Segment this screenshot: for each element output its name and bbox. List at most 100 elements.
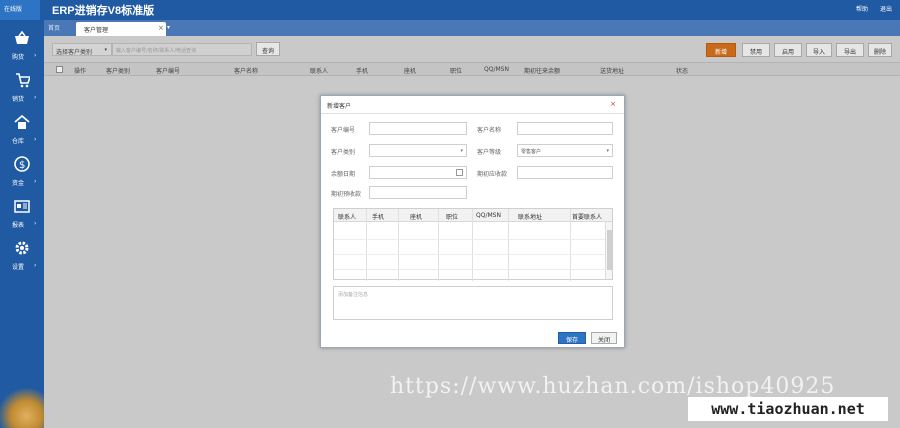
add-button[interactable]: 新增 (706, 43, 736, 57)
sidebar-item-label: 仓库 (12, 138, 25, 145)
chevron-right-icon: › (34, 94, 37, 101)
caret-down-icon: ▾ (104, 47, 107, 53)
divider (321, 113, 624, 114)
sidebar-item-sales[interactable]: 销货 › (0, 68, 44, 108)
opening-receivable-label: 期初应收款 (477, 171, 508, 178)
sidebar-item-label: 购货 (12, 54, 25, 61)
sidebar-item-label: 设置 (12, 264, 25, 271)
chevron-down-icon[interactable]: ▾ (167, 24, 170, 31)
disable-button[interactable]: 禁用 (742, 43, 770, 57)
col-header-mobile[interactable]: 手机 (356, 66, 368, 75)
customer-table-header: 操作 客户类别 客户编号 客户名称 联系人 手机 座机 职位 QQ/MSN 期初… (44, 62, 900, 76)
grid-header-address: 联系地址 (518, 214, 543, 221)
customer-no-label: 客户编号 (331, 127, 356, 134)
report-icon (14, 200, 30, 213)
enable-button[interactable]: 启用 (774, 43, 802, 57)
help-link[interactable]: 帮助 (856, 6, 868, 13)
calendar-icon[interactable] (456, 169, 463, 176)
contacts-grid: 联系人 手机 座机 职位 QQ/MSN 联系地址 首要联系人 (333, 208, 613, 281)
sidebar-item-purchase[interactable]: 购货 › (0, 26, 44, 66)
basket-icon (15, 30, 29, 44)
opening-receivable-field[interactable] (517, 166, 613, 179)
grid-divider (398, 209, 399, 281)
close-icon[interactable]: × (610, 100, 616, 108)
chevron-right-icon: › (34, 220, 37, 227)
customer-category-select[interactable]: ▾ (369, 144, 467, 157)
grid-divider (366, 209, 367, 281)
balance-date-label: 余额日期 (331, 171, 356, 178)
import-button[interactable]: 导入 (806, 43, 832, 57)
sidebar-item-label: 销货 (12, 96, 25, 103)
watermark-url: https://www.huzhan.com/ishop40925 (390, 374, 836, 399)
grid-divider (472, 209, 473, 281)
col-header-customer-name[interactable]: 客户名称 (234, 66, 258, 75)
sidebar-item-label: 资金 (12, 180, 25, 187)
remark-textarea[interactable]: 添加备注信息 (333, 286, 613, 320)
sidebar-item-label: 报表 (12, 222, 25, 229)
col-header-status[interactable]: 状态 (676, 66, 688, 75)
save-button[interactable]: 保存 (558, 332, 586, 344)
grid-header-qq: QQ/MSN (476, 212, 501, 219)
grid-divider (570, 209, 571, 281)
grid-divider (508, 209, 509, 281)
online-badge-label: 在线版 (4, 6, 23, 13)
sidebar-item-settings[interactable]: 设置 › (0, 236, 44, 276)
grid-header-primary-contact: 首要联系人 (572, 214, 603, 221)
caret-down-icon: ▾ (606, 148, 609, 154)
select-all-checkbox[interactable] (56, 66, 63, 73)
sidebar-item-reports[interactable]: 报表 › (0, 194, 44, 234)
balance-date-field[interactable] (369, 166, 467, 179)
logout-link[interactable]: 退出 (880, 6, 892, 13)
close-button[interactable]: 关闭 (591, 332, 617, 344)
opening-prepaid-field[interactable] (369, 186, 467, 199)
col-header-contact[interactable]: 联系人 (310, 66, 328, 75)
chevron-right-icon: › (34, 178, 37, 185)
toolbar: 选择客户类别 ▾ 输入客户编号/名称/联系人/电话查询 查询 新增 禁用 启用 … (44, 36, 900, 62)
sidebar-item-funds[interactable]: $ 资金 › (0, 152, 44, 192)
tab-customer-management[interactable]: 客户管理 × (76, 22, 166, 36)
chevron-right-icon: › (34, 136, 37, 143)
select-value: 选择客户类别 (56, 49, 93, 56)
col-header-position[interactable]: 职位 (450, 66, 462, 75)
app-title: ERP进销存V8标准版 (52, 5, 155, 17)
customer-name-label: 客户名称 (477, 127, 502, 134)
online-badge: 在线版 (0, 0, 40, 20)
customer-no-field[interactable] (369, 122, 467, 135)
cart-icon (16, 73, 30, 88)
col-header-opening-balance[interactable]: 期初往来余额 (524, 66, 560, 75)
col-header-qq[interactable]: QQ/MSN (484, 66, 509, 73)
grid-scrollbar[interactable] (605, 222, 612, 279)
tab-home[interactable]: 首页 (48, 23, 60, 32)
top-links: 帮助 退出 (846, 4, 892, 13)
grid-row[interactable] (334, 269, 606, 270)
chevron-right-icon: › (34, 52, 37, 59)
sidebar: 购货 › 销货 › 仓库 › $ 资金 › 报表 › 设置 › (0, 20, 44, 428)
search-input[interactable]: 输入客户编号/名称/联系人/电话查询 (112, 43, 252, 56)
customer-name-field[interactable] (517, 122, 613, 135)
close-icon[interactable]: × (158, 24, 164, 32)
export-button[interactable]: 导出 (836, 43, 864, 57)
customer-level-label: 客户等级 (477, 149, 502, 156)
grid-row[interactable] (334, 239, 606, 240)
dialog-title: 新增客户 (327, 103, 352, 110)
col-header-category[interactable]: 客户类别 (106, 66, 130, 75)
col-header-action[interactable]: 操作 (74, 66, 86, 75)
grid-row[interactable] (334, 254, 606, 255)
customer-category-select[interactable]: 选择客户类别 ▾ (52, 43, 112, 56)
col-header-customer-no[interactable]: 客户编号 (156, 66, 180, 75)
sidebar-item-warehouse[interactable]: 仓库 › (0, 110, 44, 150)
scrollbar-thumb[interactable] (607, 230, 612, 270)
svg-text:$: $ (19, 160, 25, 171)
customer-level-select[interactable]: 零售客户 ▾ (517, 144, 613, 157)
query-button[interactable]: 查询 (256, 42, 280, 56)
tab-strip: 首页 客户管理 × ▾ (44, 20, 900, 36)
col-header-delivery-address[interactable]: 送货地址 (600, 66, 624, 75)
grid-header-position: 职位 (446, 214, 459, 221)
tab-label: 客户管理 (84, 27, 109, 34)
top-header: 在线版 ERP进销存V8标准版 帮助 退出 (0, 0, 900, 20)
delete-button[interactable]: 删除 (868, 43, 892, 57)
grid-header-mobile: 手机 (372, 214, 385, 221)
col-header-phone[interactable]: 座机 (404, 66, 416, 75)
warehouse-icon (14, 114, 30, 129)
money-icon: $ (14, 156, 30, 172)
